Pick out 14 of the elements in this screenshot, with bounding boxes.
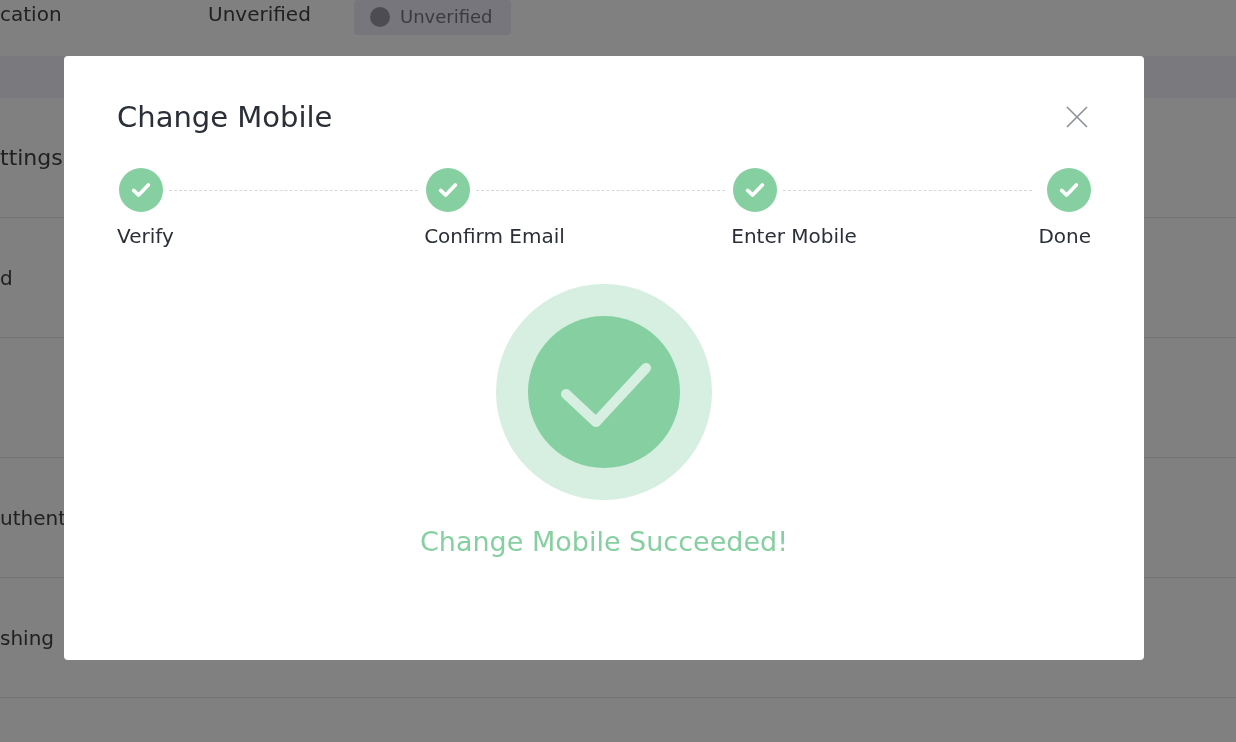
step-label: Confirm Email xyxy=(424,224,565,248)
success-icon xyxy=(496,284,712,500)
status-text: Unverified xyxy=(208,2,312,26)
badge-text: Unverified xyxy=(400,6,493,27)
step-label: Enter Mobile xyxy=(731,224,857,248)
row-label: d xyxy=(0,265,13,290)
dialog-title: Change Mobile xyxy=(117,100,333,134)
row-label: cation xyxy=(0,2,63,26)
info-icon xyxy=(370,6,390,27)
row-label: shing xyxy=(0,625,55,650)
step-label: Verify xyxy=(117,224,174,248)
row-label: uthent xyxy=(0,505,66,530)
success-message: Change Mobile Succeeded! xyxy=(420,526,788,557)
step-label: Done xyxy=(1038,224,1091,248)
